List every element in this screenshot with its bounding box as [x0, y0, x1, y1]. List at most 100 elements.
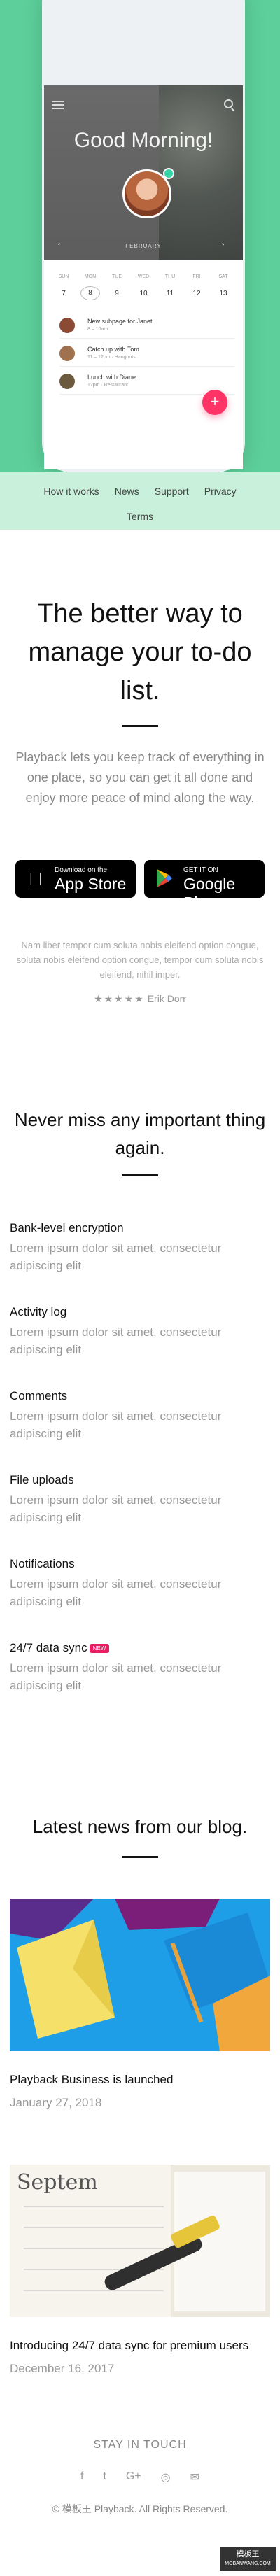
- watermark-url: MOBANWANG.COM: [225, 2561, 271, 2566]
- post-image-calendar[interactable]: Septem: [10, 2165, 270, 2317]
- store-caption: GET IT ON: [183, 866, 218, 874]
- task-time: 8 – 10am: [88, 327, 108, 332]
- testimonial-author: Erik Dorr: [147, 993, 186, 1004]
- page-title: The better way to manage your to-do list…: [28, 599, 252, 705]
- date-cell[interactable]: 13: [214, 290, 233, 300]
- weekday-row: SUN MON TUE WED THU FRI SAT: [54, 274, 233, 279]
- divider: [122, 725, 158, 727]
- store-name: Google Play: [183, 875, 236, 912]
- date-cell[interactable]: 12: [187, 290, 206, 300]
- add-task-button[interactable]: +: [202, 390, 227, 415]
- features-heading: Never miss any important thing again.: [14, 1109, 266, 1158]
- feature-desc: Lorem ipsum dolor sit amet, consectetur …: [10, 1409, 222, 1440]
- task-title: New subpage for Janet: [88, 318, 153, 325]
- weekday-label: WED: [137, 274, 150, 279]
- weekday-label: SAT: [218, 274, 228, 279]
- store-name: App Store: [55, 875, 127, 893]
- news-heading: Latest news from our blog.: [32, 1816, 248, 1837]
- google-play-button[interactable]: GET IT ON Google Play: [144, 860, 265, 912]
- post-image-envelopes[interactable]: [10, 1899, 270, 2051]
- date-cell[interactable]: 10: [134, 290, 153, 300]
- post-title[interactable]: Introducing 24/7 data sync for premium u…: [10, 2339, 248, 2353]
- nav-link-support[interactable]: Support: [155, 486, 189, 497]
- date-row: 7 8 9 10 11 12 13: [54, 286, 233, 300]
- stay-in-touch-label: STAY IN TOUCH: [93, 2439, 187, 2451]
- testimonial-quote: Nam liber tempor cum soluta nobis eleife…: [16, 940, 264, 980]
- feature-item: File uploads Lorem ipsum dolor sit amet,…: [10, 1473, 270, 1526]
- copyright: © 模板王 Playback. All Rights Reserved.: [52, 2503, 228, 2514]
- date-cell[interactable]: 11: [160, 290, 180, 300]
- date-cell-selected[interactable]: 8: [80, 286, 100, 300]
- nav-link-terms[interactable]: Terms: [127, 511, 153, 522]
- feature-title: Notifications: [10, 1557, 75, 1570]
- task-time: 12pm · Restaurant: [88, 383, 128, 388]
- google-play-icon: [154, 868, 175, 889]
- feature-item: Bank-level encryption Lorem ipsum dolor …: [10, 1221, 270, 1274]
- dribbble-icon[interactable]: ◎: [161, 2470, 171, 2484]
- task-item[interactable]: Catch up with Tom 11 – 12pm · Hangouts: [59, 339, 234, 367]
- weekday-label: MON: [84, 274, 97, 279]
- feature-desc: Lorem ipsum dolor sit amet, consectetur …: [10, 1661, 222, 1692]
- date-cell[interactable]: 9: [107, 290, 127, 300]
- feature-desc: Lorem ipsum dolor sit amet, consectetur …: [10, 1577, 222, 1608]
- twitter-icon[interactable]: t: [103, 2470, 106, 2484]
- footer-nav: How it works News Support Privacy Terms: [0, 472, 280, 530]
- divider: [122, 1856, 158, 1858]
- task-avatar: [59, 346, 75, 361]
- feature-title: Bank-level encryption: [10, 1221, 124, 1234]
- search-icon[interactable]: [224, 99, 233, 108]
- feature-item: Activity log Lorem ipsum dolor sit amet,…: [10, 1305, 270, 1358]
- weekday-label: SUN: [58, 274, 69, 279]
- intro-text: Playback lets you keep track of everythi…: [15, 750, 265, 805]
- post-date: December 16, 2017: [10, 2362, 115, 2375]
- mail-icon[interactable]: ✉: [190, 2470, 200, 2484]
- task-item[interactable]: New subpage for Janet 8 – 10am: [59, 311, 234, 339]
- chevron-right-icon[interactable]: ›: [222, 241, 229, 248]
- app-header: Good Morning! ‹ FEBRUARY ›: [44, 85, 243, 260]
- feature-desc: Lorem ipsum dolor sit amet, consectetur …: [10, 1493, 222, 1524]
- feature-desc: Lorem ipsum dolor sit amet, consectetur …: [10, 1241, 222, 1272]
- post-date: January 27, 2018: [10, 2096, 102, 2109]
- feature-title: Activity log: [10, 1305, 67, 1318]
- task-avatar: [59, 318, 75, 333]
- social-links: f t G+ ◎ ✉: [0, 2470, 280, 2484]
- feature-title: 24/7 data sync: [10, 1641, 88, 1654]
- task-title: Catch up with Tom: [88, 346, 139, 353]
- feature-title: File uploads: [10, 1473, 74, 1486]
- star-rating: ★★★★★: [94, 993, 145, 1004]
- new-badge: NEW: [89, 1644, 110, 1654]
- task-avatar: [59, 374, 75, 389]
- feature-item: 24/7 data sync NEW Lorem ipsum dolor sit …: [10, 1641, 270, 1694]
- task-time: 11 – 12pm · Hangouts: [88, 355, 136, 360]
- hero-section: Good Morning! ‹ FEBRUARY › SUN MON TUE W…: [0, 0, 280, 472]
- testimonial-rating: ★★★★★ Erik Dorr: [0, 993, 280, 1005]
- month-label: FEBRUARY: [125, 243, 162, 249]
- weekday-label: FRI: [192, 274, 201, 279]
- feature-item: Comments Lorem ipsum dolor sit amet, con…: [10, 1389, 270, 1442]
- feature-item: Notifications Lorem ipsum dolor sit amet…: [10, 1557, 270, 1610]
- post-title[interactable]: Playback Business is launched: [10, 2073, 173, 2087]
- facebook-icon[interactable]: f: [80, 2470, 83, 2484]
- date-cell[interactable]: 7: [54, 290, 74, 300]
- feature-desc: Lorem ipsum dolor sit amet, consectetur …: [10, 1325, 222, 1356]
- greeting: Good Morning!: [74, 129, 214, 152]
- nav-link-privacy[interactable]: Privacy: [204, 486, 237, 497]
- online-status-dot: [163, 168, 174, 179]
- nav-link-news[interactable]: News: [115, 486, 139, 497]
- weekday-label: THU: [164, 274, 176, 279]
- store-caption: Download on the: [55, 866, 108, 874]
- apple-icon: : [25, 868, 46, 889]
- app-store-button[interactable]:  Download on the App Store: [15, 860, 136, 898]
- phone-screen: Good Morning! ‹ FEBRUARY › SUN MON TUE W…: [44, 85, 243, 469]
- google-plus-icon[interactable]: G+: [126, 2470, 141, 2484]
- divider: [122, 1174, 158, 1176]
- task-title: Lunch with Diane: [88, 374, 136, 381]
- feature-title: Comments: [10, 1389, 68, 1402]
- watermark-logo: 模板王 MOBANWANG.COM: [220, 2547, 276, 2571]
- weekday-label: TUE: [112, 274, 122, 279]
- menu-icon[interactable]: [52, 101, 64, 109]
- nav-link-how-it-works[interactable]: How it works: [43, 486, 99, 497]
- watermark-text: 模板王: [236, 2550, 260, 2559]
- svg-text:Septem: Septem: [17, 2170, 98, 2195]
- task-item[interactable]: Lunch with Diane 12pm · Restaurant: [59, 367, 234, 395]
